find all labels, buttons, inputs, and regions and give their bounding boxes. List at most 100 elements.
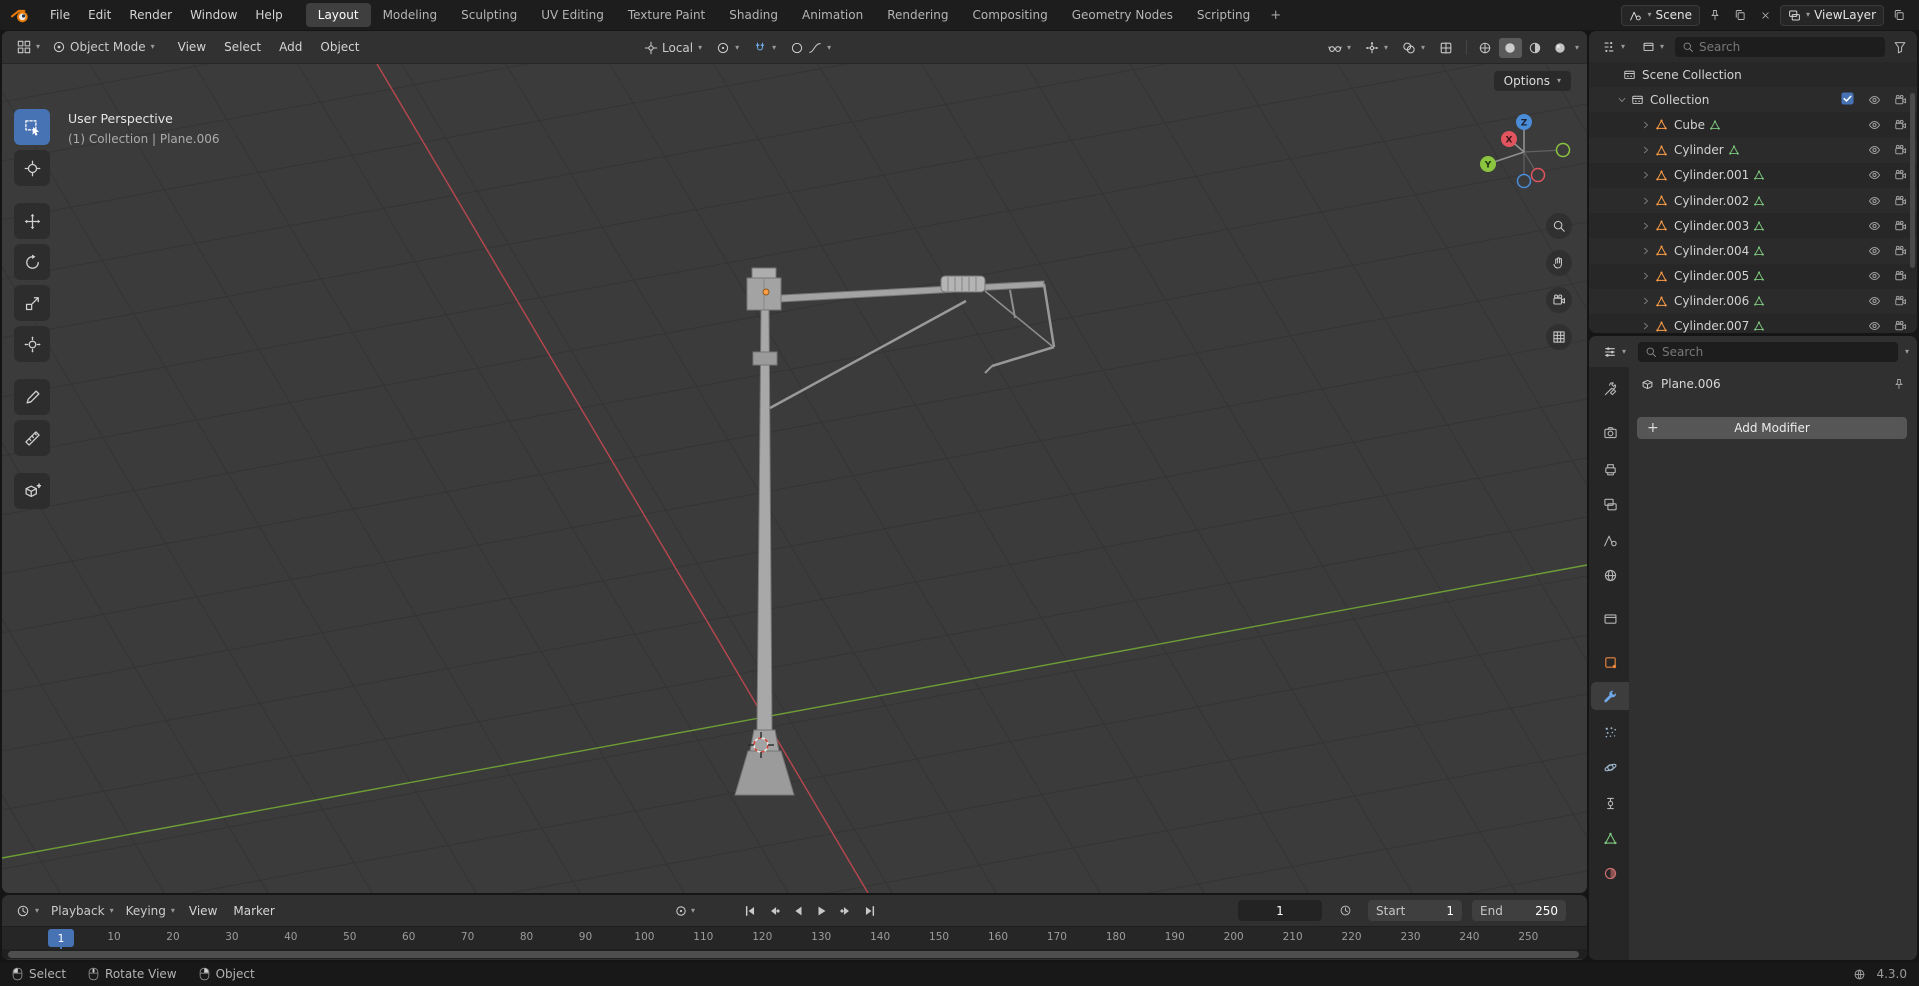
outliner-row-cylinder-002[interactable]: Cylinder.002 bbox=[1589, 188, 1917, 213]
hide-eye-icon[interactable] bbox=[1868, 93, 1881, 106]
rotate-tool-button[interactable] bbox=[14, 244, 50, 280]
hide-eye-icon[interactable] bbox=[1868, 295, 1881, 308]
timeline-scroll-handle[interactable] bbox=[8, 951, 1579, 958]
properties-tab-particles[interactable] bbox=[1591, 718, 1629, 746]
disable-camera-icon[interactable] bbox=[1894, 295, 1907, 308]
outliner-display-mode-button[interactable]: ▾ bbox=[1636, 36, 1670, 57]
timeline-view-menu[interactable]: View bbox=[181, 900, 225, 922]
camera-view-button[interactable] bbox=[1546, 287, 1572, 313]
unlink-scene-icon[interactable] bbox=[1755, 5, 1775, 25]
scene-selector[interactable]: ▾ Scene bbox=[1621, 5, 1700, 26]
properties-tab-modifiers[interactable] bbox=[1591, 682, 1629, 710]
outliner-row-cylinder-005[interactable]: Cylinder.005 bbox=[1589, 264, 1917, 289]
outliner-row-cylinder-007[interactable]: Cylinder.007 bbox=[1589, 314, 1917, 333]
properties-tab-tool[interactable] bbox=[1591, 375, 1629, 403]
expand-arrow-icon[interactable] bbox=[1641, 145, 1651, 155]
disable-camera-icon[interactable] bbox=[1894, 169, 1907, 182]
playback-sync-dropdown[interactable]: ▾ bbox=[674, 895, 695, 926]
timeline-ruler[interactable]: 1 10203040506070809010011012013014015016… bbox=[2, 926, 1587, 949]
workspace-tab-layout[interactable]: Layout bbox=[306, 3, 371, 27]
frame-start-field[interactable]: Start 1 bbox=[1368, 900, 1462, 921]
disable-camera-icon[interactable] bbox=[1894, 244, 1907, 257]
gizmo-axis-z-neg[interactable] bbox=[1518, 175, 1531, 188]
expand-arrow-icon[interactable] bbox=[1641, 271, 1651, 281]
current-frame-field[interactable]: 1 bbox=[1238, 900, 1322, 921]
viewport-menu-select[interactable]: Select bbox=[215, 36, 270, 58]
outliner-row-cylinder-003[interactable]: Cylinder.003 bbox=[1589, 213, 1917, 238]
workspace-tab-shading[interactable]: Shading bbox=[717, 3, 790, 27]
prev-keyframe-button[interactable] bbox=[763, 901, 784, 921]
transform-orientation-select[interactable]: Local ▾ bbox=[638, 37, 708, 59]
disable-camera-icon[interactable] bbox=[1894, 270, 1907, 283]
outliner-search-input[interactable] bbox=[1699, 40, 1878, 54]
new-scene-icon[interactable] bbox=[1730, 5, 1750, 25]
viewport-menu-add[interactable]: Add bbox=[270, 36, 311, 58]
workspace-tab-compositing[interactable]: Compositing bbox=[960, 3, 1059, 27]
hide-eye-icon[interactable] bbox=[1868, 244, 1881, 257]
show-overlays-dropdown[interactable]: ▾ bbox=[1396, 37, 1431, 59]
expand-arrow-icon[interactable] bbox=[1641, 321, 1651, 331]
pin-icon[interactable] bbox=[1893, 378, 1905, 390]
properties-tab-scene-props[interactable] bbox=[1591, 526, 1629, 554]
annotate-tool-button[interactable] bbox=[14, 379, 50, 415]
menu-window[interactable]: Window bbox=[181, 4, 246, 26]
viewlayer-selector[interactable]: ▾ ViewLayer bbox=[1780, 5, 1884, 26]
collapse-arrow-icon[interactable] bbox=[1617, 95, 1627, 105]
timeline-scrollbar[interactable] bbox=[2, 949, 1587, 959]
gizmo-axis-y-neg[interactable] bbox=[1557, 144, 1570, 157]
menu-file[interactable]: File bbox=[41, 4, 79, 26]
add-workspace-button[interactable]: + bbox=[1262, 5, 1289, 26]
frame-end-field[interactable]: End 250 bbox=[1472, 900, 1566, 921]
workspace-tab-rendering[interactable]: Rendering bbox=[875, 3, 960, 27]
proportional-editing-toggle[interactable]: ▾ bbox=[784, 37, 837, 59]
outliner-row-cylinder-006[interactable]: Cylinder.006 bbox=[1589, 289, 1917, 314]
playback-menu[interactable]: Playback ▾ bbox=[45, 900, 120, 922]
snap-toggle[interactable]: ▾ bbox=[747, 37, 782, 59]
scale-tool-button[interactable] bbox=[14, 285, 50, 321]
options-dropdown[interactable]: Options ▾ bbox=[1494, 71, 1571, 91]
pan-hand-button[interactable] bbox=[1546, 250, 1572, 276]
properties-tab-constraints[interactable] bbox=[1591, 789, 1629, 817]
shading-material-button[interactable] bbox=[1524, 38, 1547, 58]
add-modifier-button[interactable]: + Add Modifier bbox=[1637, 417, 1907, 439]
filter-icon[interactable] bbox=[1890, 37, 1910, 57]
show-gizmos-dropdown[interactable]: ▾ bbox=[1359, 37, 1394, 59]
new-viewlayer-icon[interactable] bbox=[1889, 5, 1909, 25]
workspace-tab-sculpting[interactable]: Sculpting bbox=[449, 3, 529, 27]
hide-eye-icon[interactable] bbox=[1868, 219, 1881, 232]
outliner-row-cylinder-004[interactable]: Cylinder.004 bbox=[1589, 238, 1917, 263]
expand-arrow-icon[interactable] bbox=[1641, 196, 1651, 206]
measure-tool-button[interactable] bbox=[14, 420, 50, 456]
editor-type-button[interactable]: ▾ bbox=[11, 36, 46, 58]
properties-tab-object-props[interactable] bbox=[1591, 648, 1629, 676]
viewport-menu-view[interactable]: View bbox=[169, 36, 215, 58]
disable-camera-icon[interactable] bbox=[1894, 118, 1907, 131]
zoom-button[interactable] bbox=[1546, 213, 1572, 239]
properties-tab-collection-props[interactable] bbox=[1591, 604, 1629, 632]
pin-icon[interactable] bbox=[1705, 5, 1725, 25]
disable-camera-icon[interactable] bbox=[1894, 144, 1907, 157]
outliner-editor-type-button[interactable]: ▾ bbox=[1596, 36, 1631, 58]
workspace-tab-texture-paint[interactable]: Texture Paint bbox=[616, 3, 717, 27]
properties-tab-physics[interactable] bbox=[1591, 753, 1629, 781]
add-cube-tool-button[interactable] bbox=[14, 473, 50, 509]
disable-camera-icon[interactable] bbox=[1894, 320, 1907, 333]
timeline-marker-menu[interactable]: Marker bbox=[225, 900, 282, 922]
hide-eye-icon[interactable] bbox=[1868, 270, 1881, 283]
outliner-row-cylinder-001[interactable]: Cylinder.001 bbox=[1589, 163, 1917, 188]
gizmo-axis-x-neg[interactable] bbox=[1532, 169, 1545, 182]
hide-eye-icon[interactable] bbox=[1868, 169, 1881, 182]
hide-eye-icon[interactable] bbox=[1868, 144, 1881, 157]
jump-first-button[interactable] bbox=[739, 901, 760, 921]
workspace-tab-modeling[interactable]: Modeling bbox=[371, 3, 450, 27]
outliner-row-cube[interactable]: Cube bbox=[1589, 112, 1917, 137]
expand-arrow-icon[interactable] bbox=[1641, 221, 1651, 231]
properties-tab-world[interactable] bbox=[1591, 561, 1629, 589]
timeline-editor-type-button[interactable]: ▾ bbox=[10, 900, 45, 922]
properties-tab-output[interactable] bbox=[1591, 455, 1629, 483]
shading-solid-button[interactable] bbox=[1499, 38, 1522, 58]
collection-checkbox[interactable] bbox=[1841, 92, 1854, 108]
properties-search-input[interactable] bbox=[1662, 345, 1891, 359]
outliner-row-collection[interactable]: Collection bbox=[1589, 87, 1917, 112]
move-tool-button[interactable] bbox=[14, 203, 50, 239]
